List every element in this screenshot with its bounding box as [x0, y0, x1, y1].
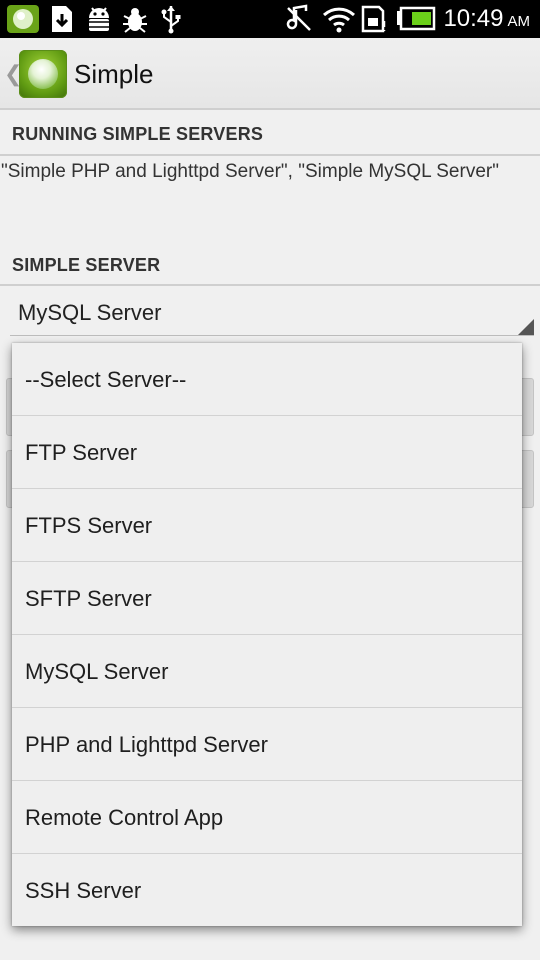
- server-spinner[interactable]: MySQL Server: [10, 296, 534, 336]
- dropdown-option-ftps-server[interactable]: FTPS Server: [12, 489, 522, 562]
- music-muted-icon: [284, 4, 314, 34]
- status-bar: 10:49 AM: [0, 0, 540, 38]
- sd-card-icon: [360, 4, 390, 34]
- spinner-selected-value: MySQL Server: [18, 300, 162, 325]
- bug-icon: [120, 4, 150, 34]
- clock-time: 10:49: [443, 5, 504, 32]
- simple-app-icon[interactable]: [19, 50, 67, 98]
- usb-icon: [158, 4, 184, 34]
- dropdown-option-mysql-server[interactable]: MySQL Server: [12, 635, 522, 708]
- dropdown-option-remote-control-app[interactable]: Remote Control App: [12, 781, 522, 854]
- page-title: Simple: [74, 59, 154, 89]
- wifi-icon: [322, 4, 356, 34]
- android-debug-icon: [84, 4, 114, 34]
- clock: 10:49 AM: [443, 0, 530, 38]
- running-servers-text: "Simple PHP and Lighttpd Server", "Simpl…: [1, 161, 499, 182]
- dropdown-option-ssh-server[interactable]: SSH Server: [12, 854, 522, 927]
- download-icon: [50, 4, 74, 34]
- simple-server-header: SIMPLE SERVER: [0, 248, 540, 286]
- dropdown-option-ftp-server[interactable]: FTP Server: [12, 416, 522, 489]
- clock-ampm: AM: [507, 13, 531, 30]
- dropdown-option-select-server[interactable]: --Select Server--: [12, 343, 522, 416]
- battery-icon: [396, 4, 436, 34]
- dropdown-option-sftp-server[interactable]: SFTP Server: [12, 562, 522, 635]
- simple-app-icon: [6, 4, 40, 34]
- dropdown-option-php-lighttpd-server[interactable]: PHP and Lighttpd Server: [12, 708, 522, 781]
- running-servers-header: RUNNING SIMPLE SERVERS: [0, 118, 540, 156]
- action-bar: ❮ Simple: [0, 38, 540, 110]
- dropdown-arrow-icon: [518, 319, 534, 335]
- server-dropdown-list: --Select Server-- FTP Server FTPS Server…: [12, 343, 522, 926]
